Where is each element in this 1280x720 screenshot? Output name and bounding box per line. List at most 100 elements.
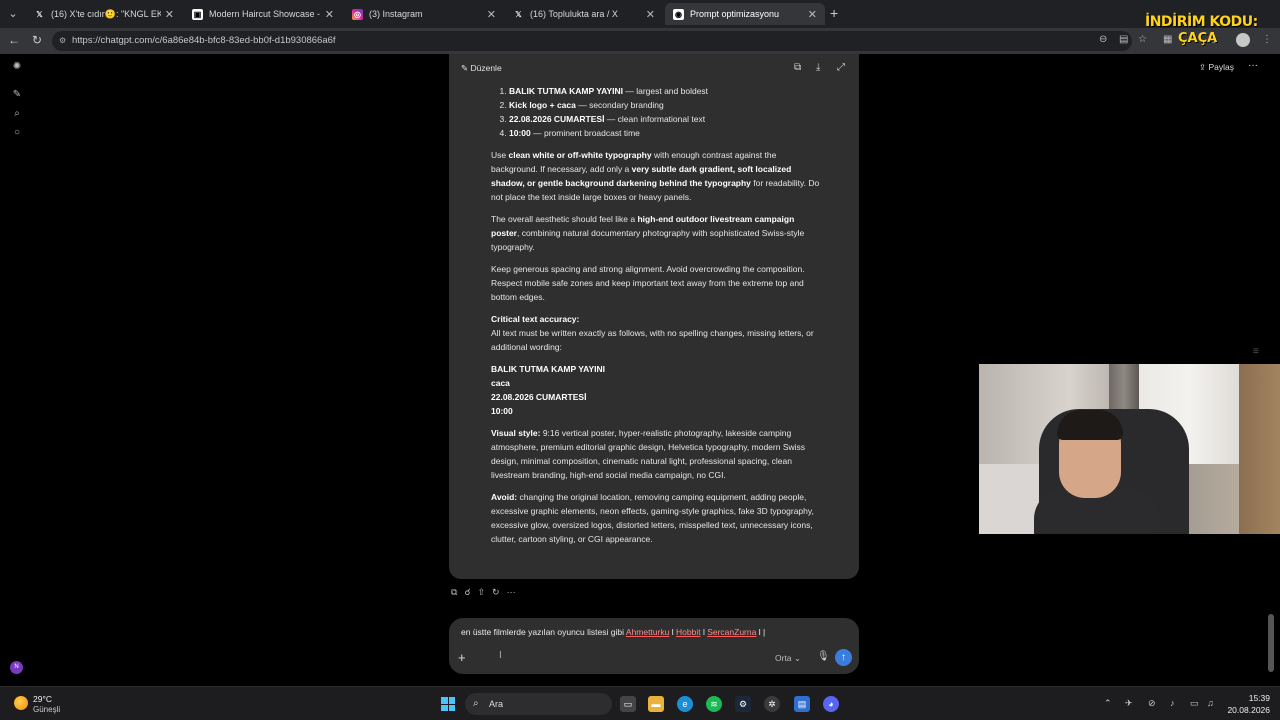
tray-mute-icon[interactable]: ⊘ bbox=[1148, 698, 1156, 709]
list-item: 22.08.2026 CUMARTESİ — clean information… bbox=[509, 112, 821, 126]
profile-avatar[interactable] bbox=[1236, 33, 1250, 47]
list-item: 10:00 — prominent broadcast time bbox=[509, 126, 821, 140]
clock-time[interactable]: 15:39 bbox=[1230, 693, 1270, 703]
microphone-icon[interactable]: 🎙︎ bbox=[817, 651, 830, 662]
task-view-icon[interactable]: ▭ bbox=[620, 696, 636, 712]
tab-title: Modern Haircut Showcase - Space bbox=[209, 9, 321, 19]
windows-start-icon[interactable] bbox=[441, 697, 455, 711]
clock-date[interactable]: 20.08.2026 bbox=[1220, 705, 1270, 715]
edit-label: Düzenle bbox=[470, 63, 502, 73]
file-explorer-icon[interactable]: ▬ bbox=[648, 696, 664, 712]
close-icon[interactable]: ✕ bbox=[325, 8, 334, 21]
weather-sun-icon[interactable] bbox=[14, 696, 28, 710]
more-options-icon[interactable]: ··· bbox=[1248, 60, 1258, 71]
tab-title: Prompt optimizasyonu bbox=[690, 9, 780, 19]
close-icon[interactable]: ✕ bbox=[646, 8, 655, 21]
tab-instagram[interactable]: ◎ (3) Instagram ✕ bbox=[344, 3, 504, 25]
x-icon: 𝕏 bbox=[36, 9, 43, 19]
copy-icon[interactable]: ⧉ bbox=[794, 62, 801, 73]
exact-text-block: BALIK TUTMA KAMP YAYINI caca 22.08.2026 CU… bbox=[491, 364, 605, 416]
message-actions: ⧉ ☌ ⇧ ↻ ··· bbox=[451, 587, 516, 598]
x-icon: 𝕏 bbox=[515, 9, 522, 19]
spotify-icon[interactable]: ≋ bbox=[706, 696, 722, 712]
canvas-card: ✎ Düzenle ⧉ ⤓ ⤢ BALIK TUTMA KAMP YAYINI … bbox=[449, 54, 859, 579]
extension-icon[interactable]: ▦ bbox=[1163, 34, 1172, 45]
browser-menu-icon[interactable]: ⋮ bbox=[1262, 34, 1272, 45]
avoid-paragraph: Avoid: changing the original location, r… bbox=[491, 492, 814, 544]
tab-haircut-showcase[interactable]: ▣ Modern Haircut Showcase - Space ✕ bbox=[184, 3, 342, 25]
reader-icon[interactable]: ▤ bbox=[1119, 34, 1128, 45]
share-button[interactable]: ⇪ Paylaş bbox=[1199, 62, 1234, 73]
new-chat-icon[interactable]: ✎ bbox=[10, 88, 24, 102]
thumbs-icon[interactable]: ☌ bbox=[464, 587, 470, 598]
download-icon[interactable]: ⤓ bbox=[816, 62, 820, 73]
tray-display-icon[interactable]: ▭ bbox=[1190, 698, 1199, 709]
user-avatar[interactable]: N bbox=[10, 661, 23, 674]
weather-temp[interactable]: 29°C bbox=[33, 694, 52, 704]
close-icon[interactable]: ✕ bbox=[165, 8, 174, 21]
notepad-icon[interactable]: ▤ bbox=[794, 696, 810, 712]
expand-icon[interactable]: ⤢ bbox=[837, 62, 845, 73]
reload-icon[interactable]: ↻ bbox=[32, 33, 42, 47]
tab-x-search[interactable]: 𝕏 (16) Toplulukta ara / X ✕ bbox=[505, 3, 663, 25]
search-icon[interactable]: ⌕ bbox=[10, 107, 24, 121]
scrollbar[interactable] bbox=[1268, 614, 1274, 672]
prompt-content: BALIK TUTMA KAMP YAYINI — largest and bo… bbox=[491, 84, 821, 554]
windows-taskbar: 29°C Güneşli ⌕ Ara ▭ ▬ e ≋ ⚙ ✲ ▤ ◕ ⌃ ✈ ⊘… bbox=[0, 686, 1280, 720]
more-icon[interactable]: ··· bbox=[507, 587, 516, 598]
regenerate-icon[interactable]: ↻ bbox=[492, 587, 500, 598]
chatgpt-icon: ◉ bbox=[673, 8, 684, 20]
discord-icon[interactable]: ◕ bbox=[823, 696, 839, 712]
url-field[interactable]: ⚙ https://chatgpt.com/c/6a86e84b-bfc8-83… bbox=[52, 31, 1132, 51]
tab-title: (16) X'te cıdır🙂: "KNGL EKİP (PAR bbox=[51, 8, 161, 19]
chat-bubble-icon[interactable]: ○ bbox=[10, 126, 24, 140]
priority-list: BALIK TUTMA KAMP YAYINI — largest and bo… bbox=[491, 84, 821, 140]
model-selector[interactable]: Orta ⌄ bbox=[775, 653, 801, 664]
openai-logo-icon[interactable]: ✺ bbox=[10, 60, 24, 74]
typography-paragraph: Use clean white or off-white typography … bbox=[491, 150, 820, 202]
send-button[interactable]: ↑ bbox=[835, 649, 852, 666]
app-icon[interactable]: ✲ bbox=[764, 696, 780, 712]
address-bar-row: ← ↻ ⚙ https://chatgpt.com/c/6a86e84b-bfc… bbox=[0, 28, 1280, 54]
text-cursor-icon: I bbox=[499, 650, 502, 661]
bookmark-star-icon[interactable]: ☆ bbox=[1138, 34, 1147, 45]
url-text: https://chatgpt.com/c/6a86e84b-bfc8-83ed… bbox=[72, 35, 336, 46]
scroll-indicator-icon: ≡ bbox=[1253, 346, 1259, 357]
steam-icon[interactable]: ⚙ bbox=[735, 696, 751, 712]
taskbar-search[interactable]: ⌕ Ara bbox=[465, 693, 612, 715]
tray-app-icon[interactable]: ✈ bbox=[1125, 698, 1133, 709]
text-accuracy-paragraph: Critical text accuracy: All text must be … bbox=[491, 314, 814, 352]
edit-button[interactable]: ✎ Düzenle bbox=[461, 63, 502, 74]
tab-search-chevron-icon[interactable]: ⌄ bbox=[4, 5, 22, 23]
attach-plus-icon[interactable]: + bbox=[458, 650, 466, 665]
site-info-icon[interactable]: ⚙ bbox=[59, 31, 66, 51]
visual-style-paragraph: Visual style: 9:16 vertical poster, hype… bbox=[491, 428, 806, 480]
share-label: Paylaş bbox=[1208, 62, 1234, 72]
tray-volume-icon[interactable]: ♫ bbox=[1207, 698, 1214, 708]
tab-prompt-optimization[interactable]: ◉ Prompt optimizasyonu ✕ bbox=[665, 3, 825, 25]
copy-icon[interactable]: ⧉ bbox=[451, 587, 457, 598]
left-rail: ✺ ✎ ⌕ ○ N bbox=[0, 54, 34, 686]
promo-code-value: ÇAÇA bbox=[1178, 31, 1218, 46]
tray-mic-icon[interactable]: ♪ bbox=[1170, 698, 1175, 708]
weather-desc[interactable]: Güneşli bbox=[33, 705, 60, 714]
new-tab-button[interactable]: + bbox=[830, 5, 838, 21]
share-icon[interactable]: ⇧ bbox=[477, 587, 485, 598]
tab-strip: ⌄ 𝕏 (16) X'te cıdır🙂: "KNGL EKİP (PAR ✕ … bbox=[0, 0, 1280, 30]
list-item: BALIK TUTMA KAMP YAYINI — largest and bo… bbox=[509, 84, 821, 98]
close-icon[interactable]: ✕ bbox=[808, 8, 817, 21]
search-icon: ⌕ bbox=[473, 698, 479, 709]
edge-icon[interactable]: e bbox=[677, 696, 693, 712]
tray-chevron-icon[interactable]: ⌃ bbox=[1104, 698, 1112, 709]
composer-input[interactable]: en üstte filmlerde yazılan oyuncu listes… bbox=[461, 627, 765, 637]
list-item: Kick logo + caca — secondary branding bbox=[509, 98, 821, 112]
tab-x-post[interactable]: 𝕏 (16) X'te cıdır🙂: "KNGL EKİP (PAR ✕ bbox=[26, 3, 182, 25]
close-icon[interactable]: ✕ bbox=[487, 8, 496, 21]
aesthetic-paragraph: The overall aesthetic should feel like a… bbox=[491, 214, 805, 252]
webcam-overlay bbox=[979, 364, 1280, 534]
composer[interactable]: en üstte filmlerde yazılan oyuncu listes… bbox=[449, 618, 859, 674]
tab-title: (16) Toplulukta ara / X bbox=[530, 9, 618, 19]
back-icon[interactable]: ← bbox=[8, 33, 20, 47]
zoom-icon[interactable]: ⊖ bbox=[1099, 34, 1107, 45]
instagram-icon: ◎ bbox=[352, 8, 363, 20]
